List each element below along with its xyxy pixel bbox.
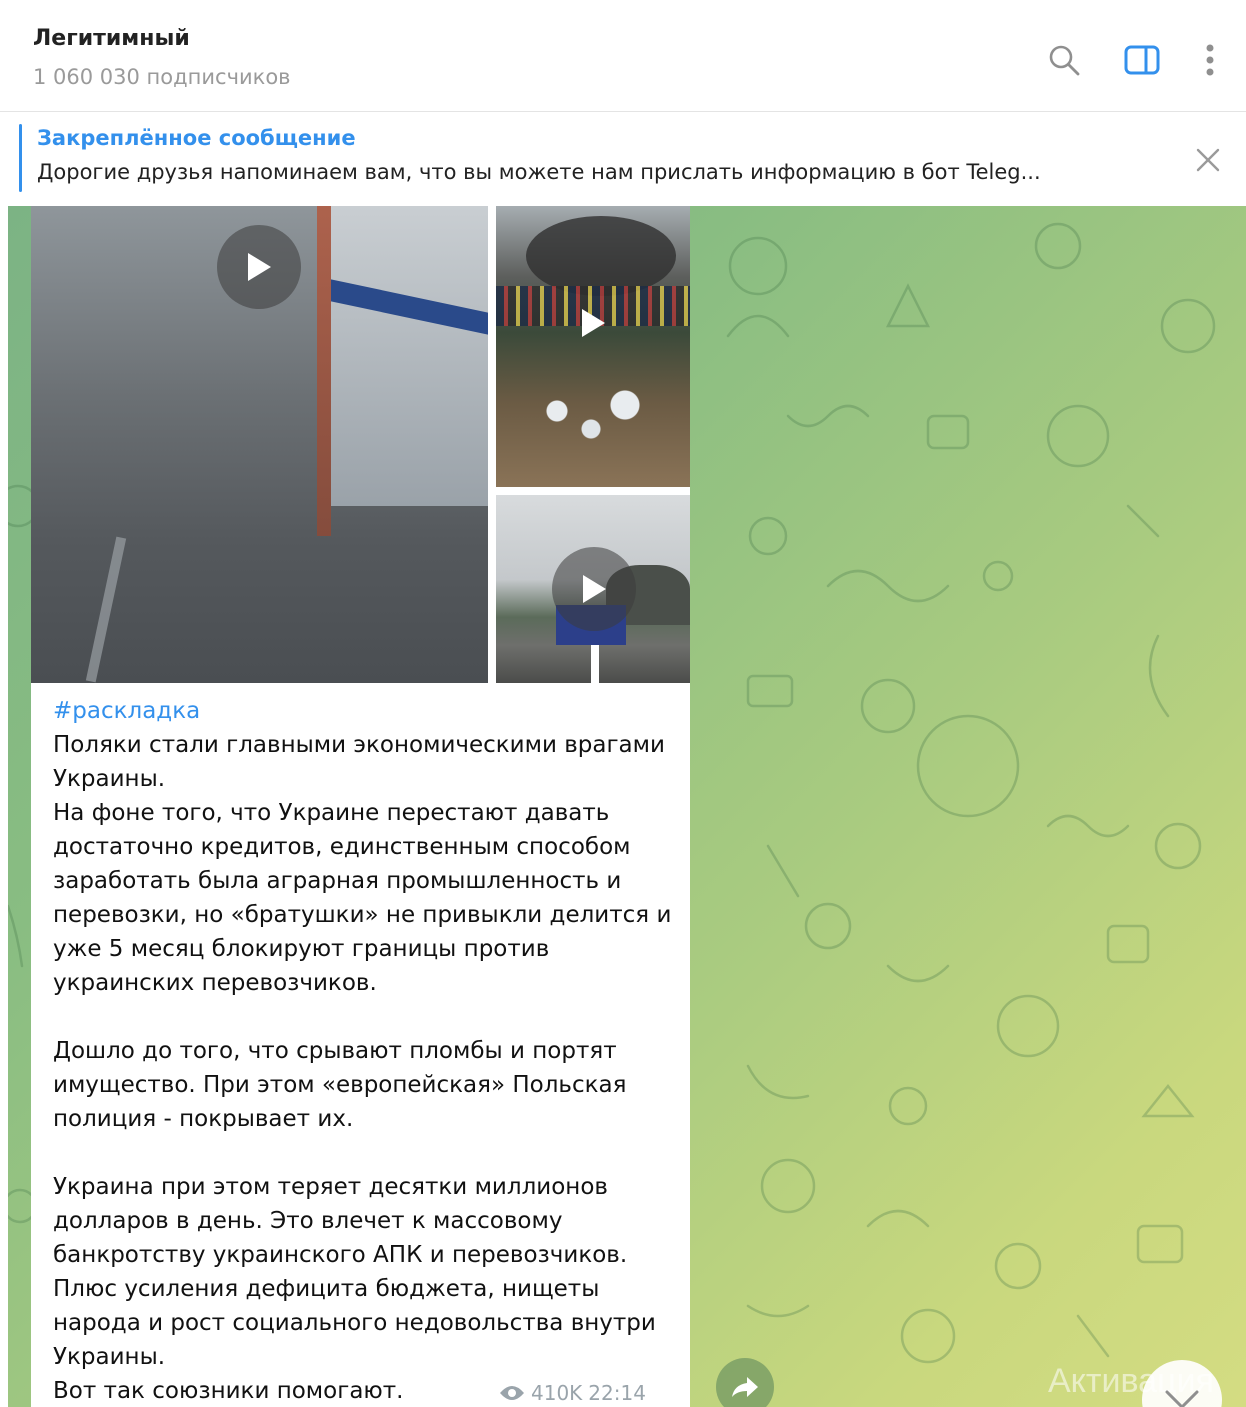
message-bubble[interactable]: #раскладка Поляки стали главными экономи… — [31, 206, 690, 1407]
sidebar-toggle-button[interactable] — [1122, 40, 1162, 80]
sidebar-toggle-icon — [1124, 45, 1160, 75]
play-icon — [582, 309, 605, 337]
chevron-down-icon — [1165, 1390, 1199, 1407]
chat-background: #раскладка Поляки стали главными экономи… — [8, 206, 1246, 1407]
eye-icon — [500, 1386, 524, 1400]
close-icon — [1196, 148, 1220, 172]
play-button[interactable] — [560, 290, 626, 356]
play-icon — [583, 575, 606, 603]
view-count: 410K — [531, 1381, 583, 1405]
play-icon — [248, 253, 271, 281]
hashtag-link[interactable]: #раскладка — [53, 698, 200, 724]
message-text: #раскладка Поляки стали главными экономи… — [53, 694, 683, 1407]
pinned-message[interactable]: Закреплённое сообщение Дорогие друзья на… — [0, 112, 1246, 206]
video-thumbnail-1[interactable] — [31, 206, 488, 683]
message-meta: 410K 22:14 — [499, 1381, 646, 1405]
search-button[interactable] — [1044, 40, 1084, 80]
chat-header: Легитимный 1 060 030 подписчиков — [0, 0, 1246, 112]
message-body: Поляки стали главными экономическими вра… — [53, 732, 672, 1404]
pinned-label: Закреплённое сообщение — [37, 126, 356, 150]
forward-button[interactable] — [716, 1358, 774, 1407]
forward-icon — [732, 1377, 758, 1397]
video-thumbnail-2[interactable] — [496, 206, 690, 487]
search-icon — [1049, 45, 1080, 76]
video-thumbnail-3[interactable] — [496, 495, 690, 683]
message-time: 22:14 — [588, 1381, 646, 1405]
play-button[interactable] — [217, 225, 301, 309]
more-vertical-icon — [1206, 44, 1214, 76]
subscriber-count: 1 060 030 подписчиков — [33, 65, 291, 89]
more-button[interactable] — [1190, 40, 1230, 80]
play-button[interactable] — [552, 547, 636, 631]
pinned-text: Дорогие друзья напоминаем вам, что вы мо… — [37, 160, 1041, 184]
close-pinned-button[interactable] — [1190, 142, 1226, 178]
channel-title[interactable]: Легитимный — [33, 26, 190, 51]
media-album — [31, 206, 690, 683]
pinned-indicator — [19, 124, 22, 192]
